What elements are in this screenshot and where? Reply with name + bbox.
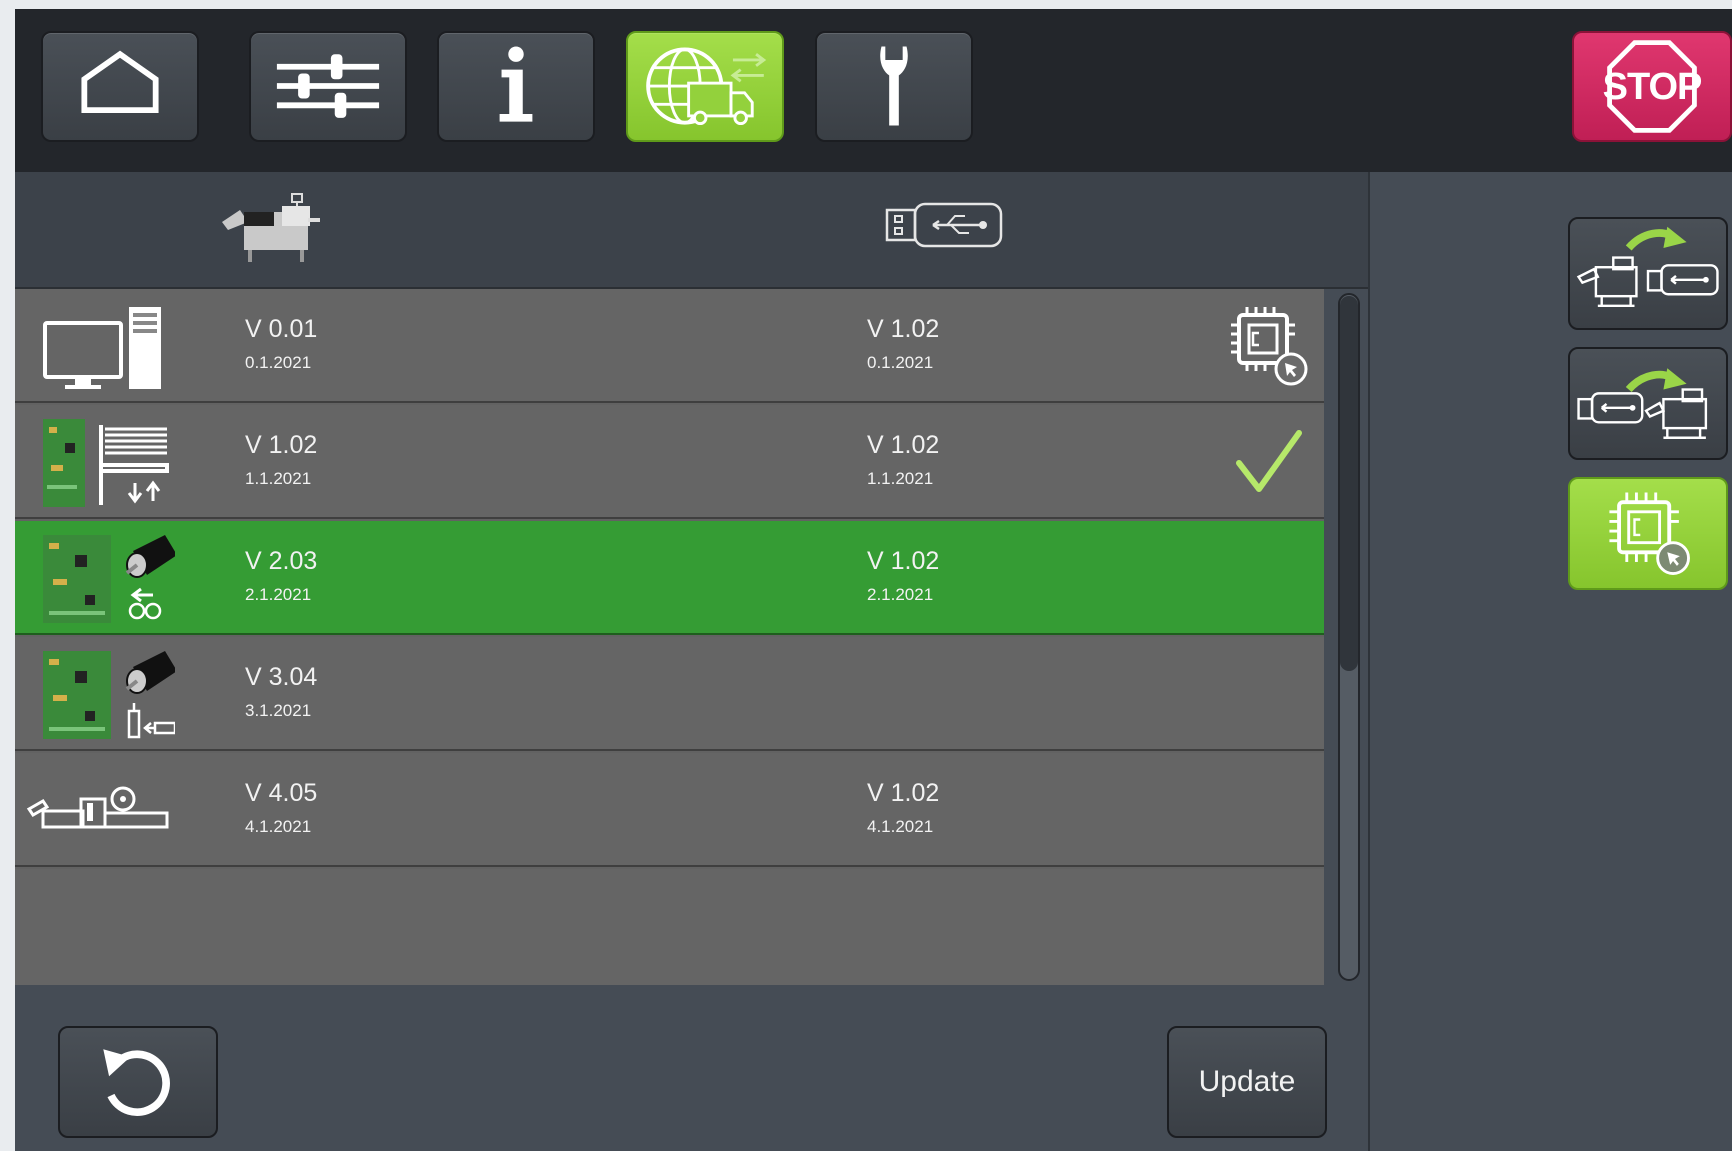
- machine-version: V 3.04: [245, 663, 318, 691]
- update-button[interactable]: Update: [1167, 1026, 1327, 1138]
- usb-date: 1.1.2021: [867, 469, 934, 488]
- machine-date: 1.1.2021: [245, 469, 312, 488]
- home-button[interactable]: [41, 31, 199, 142]
- service-button[interactable]: [815, 31, 973, 142]
- usb-to-machine-button[interactable]: [1568, 347, 1728, 460]
- checkmark-icon: [1236, 430, 1302, 492]
- top-nav-bar: STOP: [15, 9, 1732, 172]
- machine-date: 2.1.2021: [245, 585, 312, 604]
- machine-to-usb-icon: [1576, 226, 1719, 308]
- computer-icon: [43, 307, 161, 389]
- reset-icon: [103, 1049, 170, 1116]
- machine-version: V 1.02: [245, 431, 318, 459]
- info-button[interactable]: [437, 31, 595, 142]
- data-transfer-button[interactable]: [626, 31, 784, 142]
- firmware-row-feeder[interactable]: V 2.03 2.1.2021 V 1.02 2.1.2021: [15, 521, 1324, 635]
- wrench-icon: [880, 46, 908, 126]
- stop-label: STOP: [1602, 66, 1703, 108]
- reset-button[interactable]: [58, 1026, 218, 1138]
- firmware-row-stacker[interactable]: V 1.02 1.1.2021 V 1.02 1.1.2021: [15, 405, 1324, 519]
- machine-version: V 2.03: [245, 547, 318, 575]
- board-stacker-icon: [43, 419, 169, 507]
- usb-date: 4.1.2021: [867, 817, 934, 836]
- main-panel: V 0.01 0.1.2021 V 1.02 0.1.2021 V 1.02 1…: [15, 172, 1370, 1151]
- board-motor-glue-icon: [43, 651, 175, 739]
- machine-date: 4.1.2021: [245, 817, 312, 836]
- machine-icon: [222, 193, 320, 262]
- column-header: [15, 172, 1368, 289]
- usb-version: V 1.02: [867, 779, 940, 807]
- empty-row: [15, 869, 1324, 985]
- usb-drive-icon: [885, 202, 1003, 248]
- home-icon: [81, 50, 159, 114]
- globe-transfer-icon: [646, 47, 767, 126]
- stop-button[interactable]: STOP: [1572, 31, 1732, 142]
- cutter-unit-icon: [26, 786, 169, 829]
- scrollbar-thumb[interactable]: [1340, 296, 1358, 671]
- firmware-update-button[interactable]: [1568, 477, 1728, 590]
- machine-to-usb-button[interactable]: [1568, 217, 1728, 330]
- usb-version: V 1.02: [867, 315, 940, 343]
- firmware-row-computer[interactable]: V 0.01 0.1.2021 V 1.02 0.1.2021: [15, 289, 1324, 403]
- usb-date: 2.1.2021: [867, 585, 934, 604]
- settings-button[interactable]: [249, 31, 407, 142]
- chip-cursor-icon[interactable]: [1225, 303, 1311, 389]
- machine-date: 3.1.2021: [245, 701, 312, 720]
- firmware-row-cutter[interactable]: V 4.05 4.1.2021 V 1.02 4.1.2021: [15, 753, 1324, 867]
- app: STOP V 0.01 0.1.2021 V 1.02 0.1.2021 V 1…: [0, 0, 1732, 1151]
- machine-date: 0.1.2021: [245, 353, 312, 372]
- machine-version: V 0.01: [245, 315, 318, 343]
- usb-version: V 1.02: [867, 547, 940, 575]
- screen: STOP V 0.01 0.1.2021 V 1.02 0.1.2021 V 1…: [15, 9, 1732, 1151]
- usb-version: V 1.02: [867, 431, 940, 459]
- machine-version: V 4.05: [245, 779, 318, 807]
- usb-to-machine-icon: [1577, 368, 1708, 439]
- usb-date: 0.1.2021: [867, 353, 934, 372]
- info-icon: [499, 46, 533, 122]
- firmware-chip-icon: [1609, 492, 1690, 575]
- sliders-icon: [276, 54, 380, 118]
- firmware-list: V 0.01 0.1.2021 V 1.02 0.1.2021 V 1.02 1…: [15, 289, 1324, 985]
- firmware-row-glue-unit[interactable]: V 3.04 3.1.2021: [15, 637, 1324, 751]
- board-motor-feed-icon: [43, 535, 175, 623]
